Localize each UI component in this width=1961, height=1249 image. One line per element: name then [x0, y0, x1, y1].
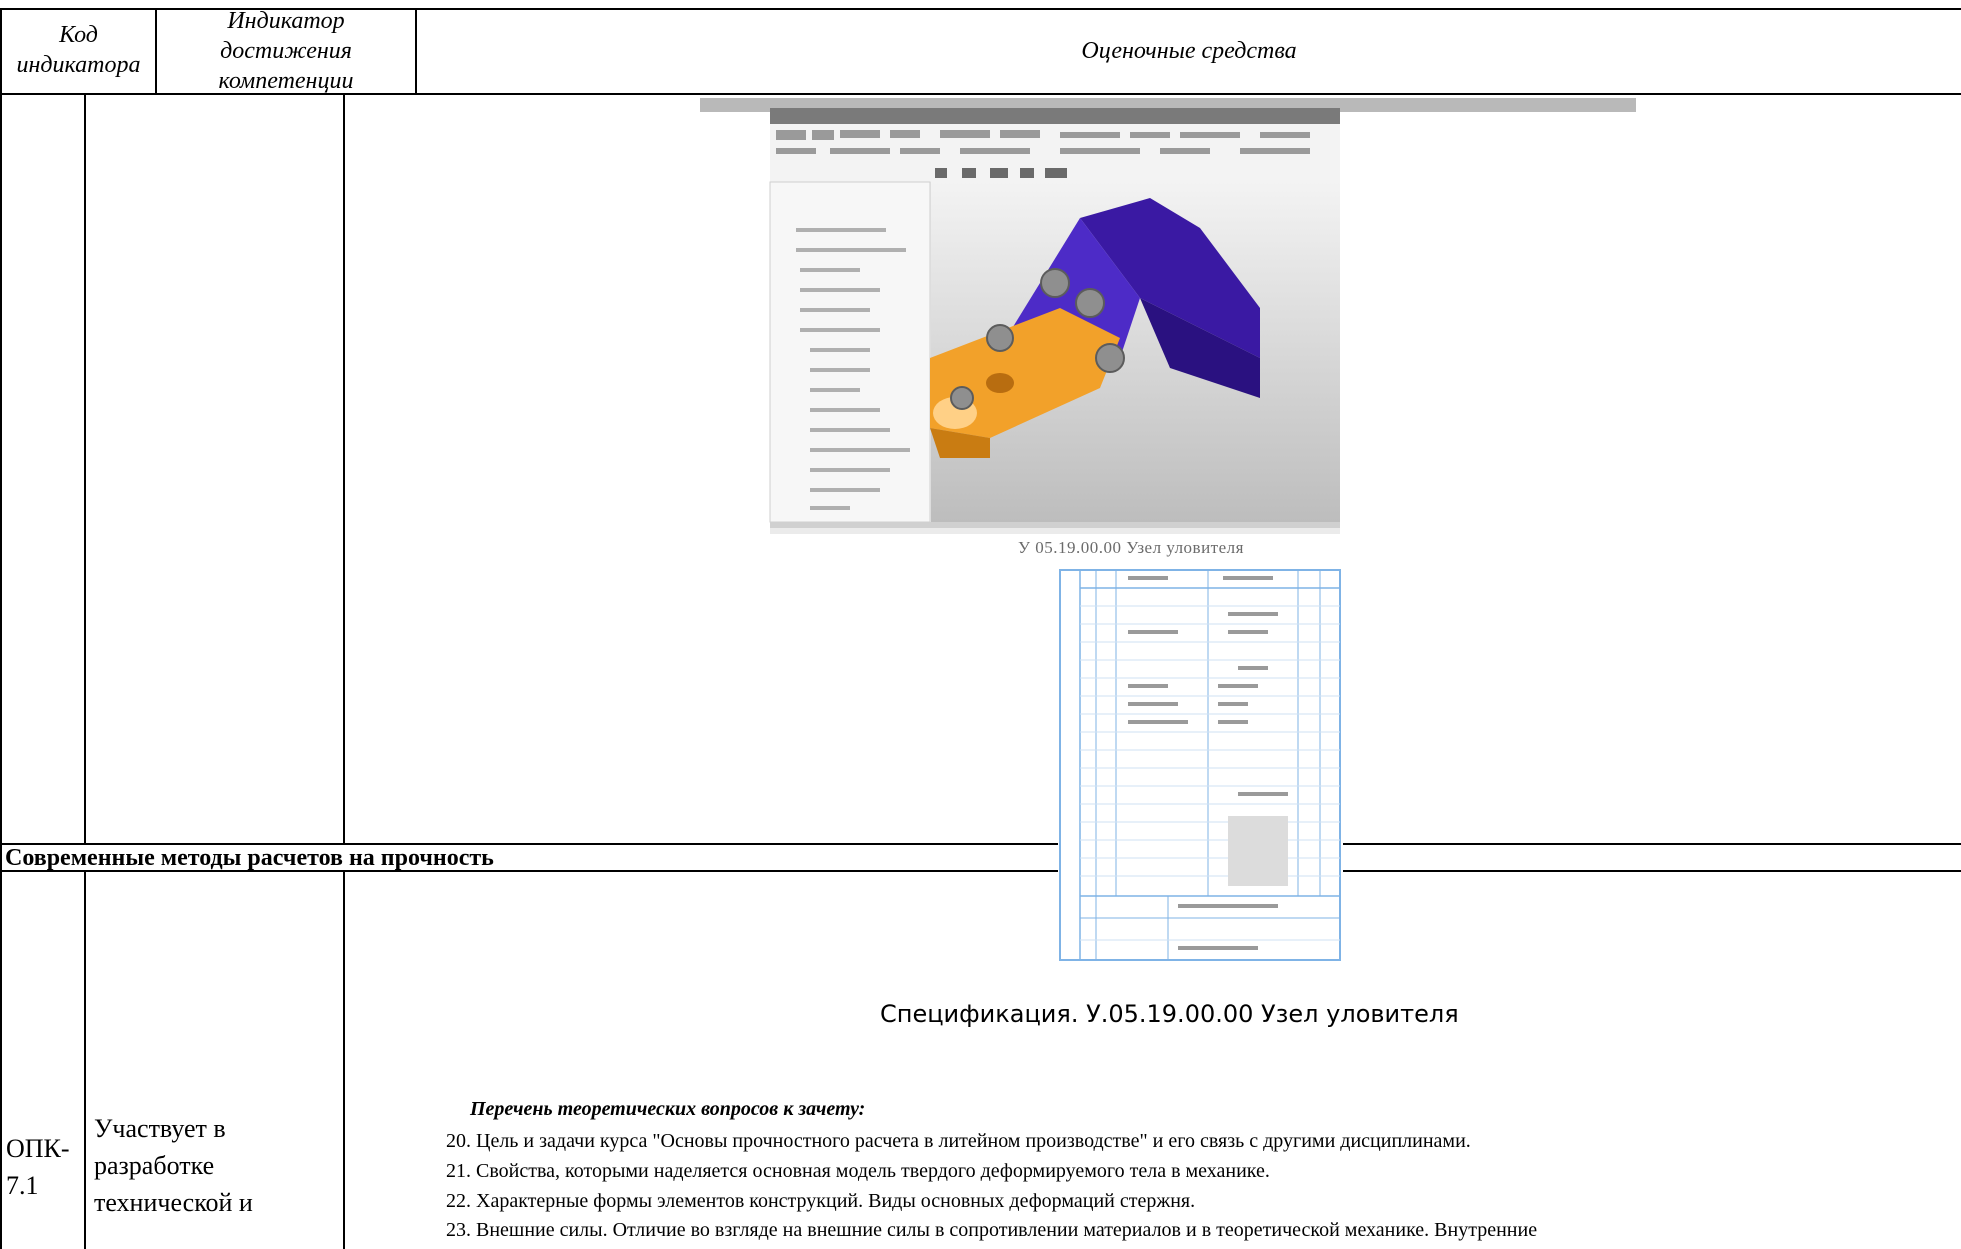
body-divider-1 — [84, 93, 86, 844]
competency-code-line1: ОПК- — [6, 1134, 70, 1163]
header-indicator-cell: Индикатор достижения компетенции — [157, 6, 415, 96]
question-item: 21. Свойства, которыми наделяется основн… — [446, 1160, 1270, 1182]
header-indicator-line1: Индикатор — [227, 8, 345, 34]
header-code-line1: Код — [59, 22, 98, 48]
model-caption: У 05.19.00.00 Узел уловителя — [1018, 538, 1244, 557]
competency-indicator: Участвует в разработке технической и — [94, 1110, 253, 1221]
competency-code: ОПК- 7.1 — [6, 1130, 70, 1204]
spec-caption: Спецификация. У.05.19.00.00 Узел уловите… — [880, 1000, 1459, 1028]
questions-heading: Перечень теоретических вопросов к зачету… — [470, 1098, 866, 1120]
cad-illustration — [700, 98, 1636, 534]
competency-code-line2: 7.1 — [6, 1171, 39, 1200]
header-code-cell: Код индикатора — [2, 20, 155, 80]
specification-drawing — [1058, 566, 1343, 964]
section-title: Современные методы расчетов на прочность — [5, 845, 494, 871]
table-border-left — [0, 8, 2, 1249]
indicator-line1: Участвует в — [94, 1114, 226, 1143]
body-divider-2 — [343, 93, 345, 844]
question-item: 23. Внешние силы. Отличие во взгляде на … — [446, 1219, 1538, 1241]
header-assessment-cell: Оценочные средства — [1081, 38, 1297, 64]
row-divider-2 — [343, 870, 345, 1249]
header-indicator-line3: компетенции — [218, 68, 354, 94]
header-code-line2: индикатора — [16, 52, 141, 78]
question-item: 20. Цель и задачи курса "Основы прочност… — [446, 1130, 1471, 1152]
question-item: 22. Характерные формы элементов конструк… — [446, 1190, 1196, 1212]
cad-model-screenshot — [700, 98, 1636, 534]
header-indicator-line2: достижения — [220, 38, 352, 64]
indicator-line2: разработке — [94, 1151, 215, 1180]
row-divider-1 — [84, 870, 86, 1249]
spec-illustration — [1058, 566, 1343, 964]
indicator-line3: технической и — [94, 1188, 253, 1217]
